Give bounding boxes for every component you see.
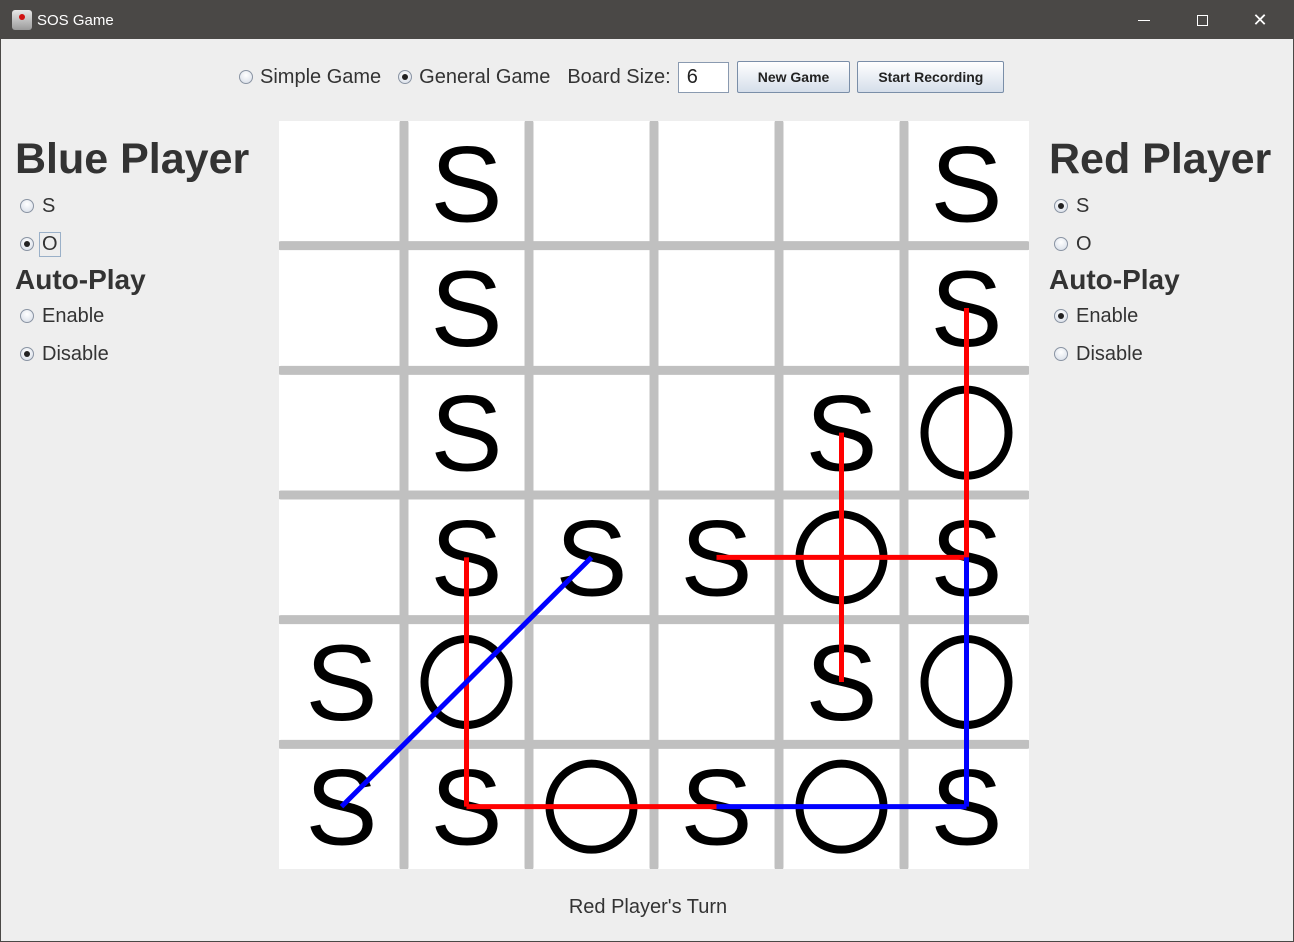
title-bar: SOS Game ✕ bbox=[1, 1, 1293, 39]
board-size-input[interactable] bbox=[677, 61, 729, 93]
blue-o-label: O bbox=[39, 231, 61, 257]
board-size-label: Board Size: bbox=[567, 65, 671, 88]
red-o-label: O bbox=[1076, 232, 1092, 255]
board-cell[interactable] bbox=[529, 619, 654, 745]
close-button[interactable]: ✕ bbox=[1232, 1, 1288, 39]
maximize-button[interactable] bbox=[1175, 1, 1231, 39]
blue-autoplay-enable-label: Enable bbox=[42, 304, 105, 327]
start-recording-button[interactable]: Start Recording bbox=[857, 61, 1005, 93]
red-autoplay-enable-radio[interactable] bbox=[1054, 309, 1068, 323]
blue-player-panel: Blue Player S O Auto-Play Enable Disable bbox=[15, 131, 249, 373]
red-player-panel: Red Player S O Auto-Play Enable Disable bbox=[1049, 131, 1271, 373]
letter-s: S bbox=[430, 373, 502, 494]
board-cell[interactable] bbox=[529, 245, 654, 371]
letter-s: S bbox=[430, 123, 502, 244]
general-game-radio[interactable] bbox=[398, 70, 413, 84]
blue-s-radio[interactable] bbox=[20, 199, 34, 213]
new-game-button[interactable]: New Game bbox=[736, 61, 851, 93]
close-icon: ✕ bbox=[1252, 10, 1268, 30]
board-cell[interactable] bbox=[279, 121, 404, 246]
board-cell[interactable] bbox=[279, 370, 404, 495]
board-cell[interactable] bbox=[654, 245, 779, 371]
blue-player-title: Blue Player bbox=[15, 135, 250, 183]
board-cell[interactable] bbox=[529, 121, 654, 246]
game-board[interactable]: SSSSSSSSSSSSSSSS bbox=[279, 121, 1029, 869]
app-icon bbox=[12, 10, 32, 30]
red-o-option[interactable]: O bbox=[1049, 225, 1271, 263]
board-cell[interactable] bbox=[279, 495, 404, 620]
board-cell[interactable] bbox=[779, 121, 904, 246]
red-autoplay-title: Auto-Play bbox=[1049, 264, 1180, 295]
game-settings-bar: Simple Game General Game Board Size: New… bbox=[239, 61, 1011, 93]
red-s-option[interactable]: S bbox=[1049, 187, 1271, 225]
maximize-icon bbox=[1197, 15, 1208, 26]
blue-autoplay-disable-radio[interactable] bbox=[20, 347, 34, 361]
simple-game-label: Simple Game bbox=[260, 65, 382, 88]
letter-s: S bbox=[930, 123, 1002, 244]
board-cell[interactable] bbox=[779, 245, 904, 371]
red-s-radio[interactable] bbox=[1054, 199, 1068, 213]
letter-s: S bbox=[305, 622, 377, 743]
turn-status: Red Player's Turn bbox=[568, 896, 728, 918]
red-autoplay-disable-label: Disable bbox=[1076, 342, 1143, 365]
red-player-title: Red Player bbox=[1049, 135, 1272, 183]
board-cell[interactable] bbox=[654, 619, 779, 745]
board-cell[interactable] bbox=[654, 121, 779, 246]
blue-autoplay-title: Auto-Play bbox=[15, 264, 146, 295]
blue-o-option[interactable]: O bbox=[15, 225, 249, 263]
general-game-option[interactable]: General Game bbox=[398, 66, 550, 89]
blue-s-label: S bbox=[42, 194, 56, 217]
general-game-label: General Game bbox=[419, 65, 551, 88]
board-cell[interactable] bbox=[529, 370, 654, 495]
red-o-radio[interactable] bbox=[1054, 237, 1068, 251]
simple-game-radio[interactable] bbox=[239, 70, 253, 84]
letter-s: S bbox=[430, 248, 502, 369]
red-autoplay-disable-option[interactable]: Disable bbox=[1049, 335, 1271, 373]
letter-s: S bbox=[305, 747, 377, 868]
blue-autoplay-disable-label: Disable bbox=[42, 342, 109, 365]
red-s-label: S bbox=[1076, 194, 1090, 217]
red-autoplay-disable-radio[interactable] bbox=[1054, 347, 1068, 361]
window-title: SOS Game bbox=[37, 12, 114, 29]
board-cell[interactable] bbox=[654, 370, 779, 495]
blue-s-option[interactable]: S bbox=[15, 187, 249, 225]
sos-game-window: SOS Game ✕ Simple Game General Game Boar… bbox=[0, 0, 1294, 942]
red-autoplay-enable-label: Enable bbox=[1076, 304, 1139, 327]
minimize-icon bbox=[1138, 20, 1150, 21]
blue-o-radio[interactable] bbox=[20, 237, 34, 251]
minimize-button[interactable] bbox=[1116, 1, 1172, 39]
blue-autoplay-enable-radio[interactable] bbox=[20, 309, 34, 323]
blue-autoplay-disable-option[interactable]: Disable bbox=[15, 335, 249, 373]
red-autoplay-enable-option[interactable]: Enable bbox=[1049, 297, 1271, 335]
board-cell[interactable] bbox=[279, 245, 404, 371]
blue-autoplay-enable-option[interactable]: Enable bbox=[15, 297, 249, 335]
simple-game-option[interactable]: Simple Game bbox=[239, 66, 381, 89]
